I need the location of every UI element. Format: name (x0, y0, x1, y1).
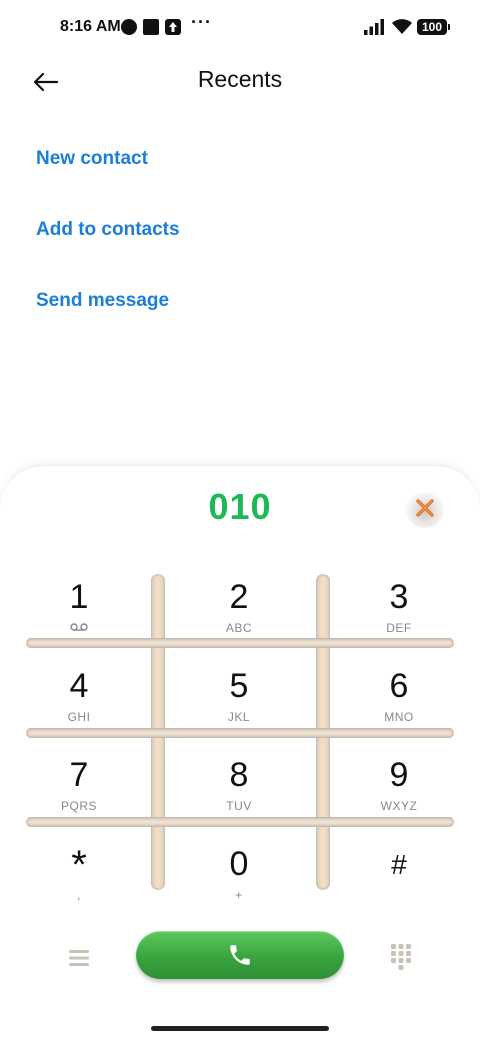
key-digit: 9 (389, 756, 409, 794)
menu-icon (69, 950, 89, 966)
clear-button[interactable] (405, 488, 445, 528)
key-letters: , (77, 888, 81, 902)
key-0[interactable]: 0 + (164, 843, 314, 921)
upload-icon (165, 19, 181, 35)
key-4[interactable]: 4 GHI (4, 665, 154, 743)
key-7[interactable]: 7 PQRS (4, 754, 154, 832)
new-contact-link[interactable]: New contact (36, 148, 148, 170)
key-digit: 7 (69, 756, 89, 794)
home-indicator[interactable] (151, 1026, 329, 1031)
key-digit: 5 (229, 667, 249, 705)
phone-icon (230, 945, 250, 965)
send-message-link[interactable]: Send message (36, 290, 169, 312)
add-to-contacts-link[interactable]: Add to contacts (36, 219, 180, 241)
key-letters: PQRS (60, 799, 97, 813)
key-digit: 2 (229, 578, 249, 616)
key-digit: * (71, 843, 87, 887)
key-2[interactable]: 2 ABC (164, 576, 314, 654)
page-title: Recents (197, 66, 283, 92)
key-letters: MNO (384, 710, 414, 724)
key-digit: 1 (69, 578, 89, 616)
key-letters: GHI (67, 710, 91, 724)
battery-indicator: 100 (417, 19, 450, 35)
key-letters: ABC (225, 621, 253, 635)
key-letters: WXYZ (380, 799, 418, 813)
key-digit: 6 (389, 667, 409, 705)
menu-button[interactable] (64, 943, 94, 973)
status-bar: 8:16 AM ··· 100 (0, 0, 480, 56)
key-letters: TUV (226, 799, 252, 813)
key-hash[interactable]: # (324, 843, 474, 921)
key-letters: DEF (386, 621, 412, 635)
signal-icon (364, 19, 384, 35)
key-8[interactable]: 8 TUV (164, 754, 314, 832)
voicemail-icon (4, 621, 154, 635)
notification-icon (143, 19, 159, 35)
key-digit: 3 (389, 578, 409, 616)
key-digit: 8 (229, 756, 249, 794)
call-button[interactable] (136, 931, 344, 979)
key-5[interactable]: 5 JKL (164, 665, 314, 743)
key-digit: # (391, 849, 407, 880)
key-letters: + (235, 888, 243, 902)
status-time: 8:16 AM (60, 18, 121, 35)
keypad-icon (391, 944, 411, 970)
key-letters: JKL (227, 710, 251, 724)
close-icon (416, 499, 434, 517)
dialer-screen: 8:16 AM ··· 100 Recents New contact Add … (0, 0, 480, 1040)
more-notifications-icon: ··· (191, 12, 212, 32)
key-1[interactable]: 1 (4, 576, 154, 654)
key-star[interactable]: * , (4, 843, 154, 921)
key-9[interactable]: 9 WXYZ (324, 754, 474, 832)
key-digit: 0 (229, 845, 249, 883)
key-6[interactable]: 6 MNO (324, 665, 474, 743)
wifi-icon (392, 19, 412, 34)
mi-icon (121, 19, 137, 35)
key-digit: 4 (69, 667, 89, 705)
keypad-toggle-button[interactable] (386, 941, 416, 975)
key-3[interactable]: 3 DEF (324, 576, 474, 654)
